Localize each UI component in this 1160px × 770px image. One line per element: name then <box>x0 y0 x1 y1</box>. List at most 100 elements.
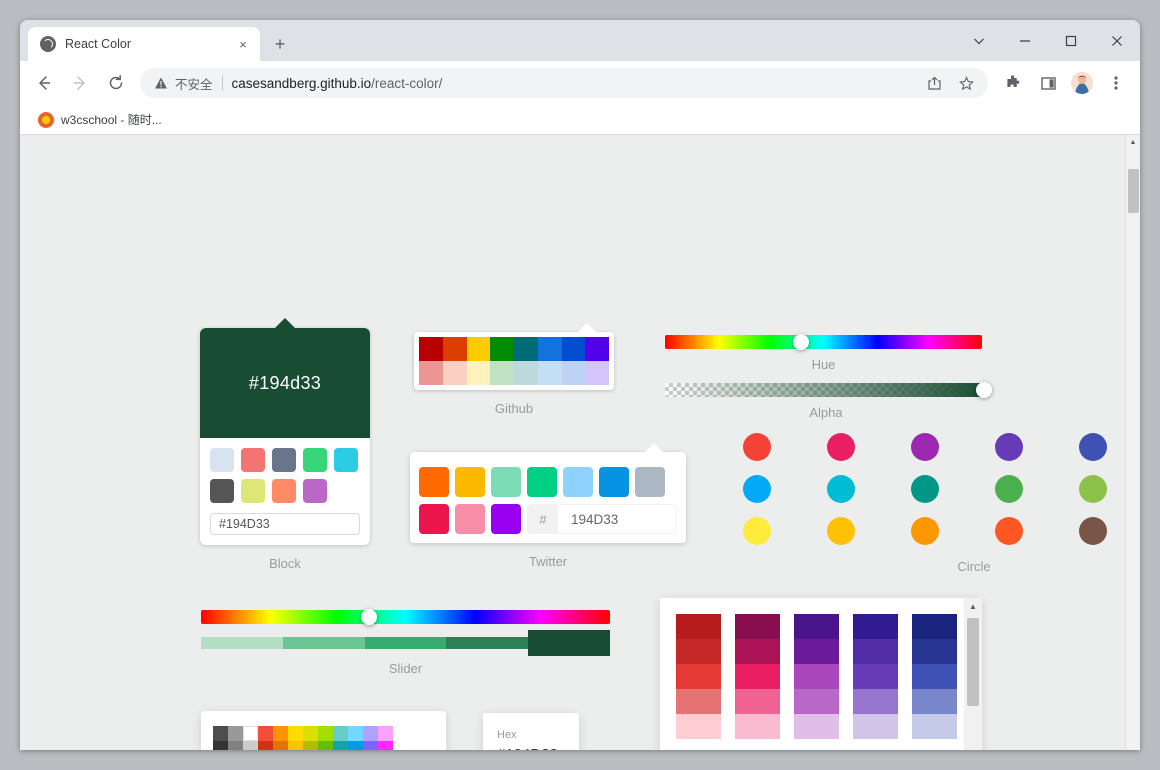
three-dot-menu-icon[interactable] <box>1101 68 1131 98</box>
swatch-item[interactable] <box>794 639 839 664</box>
swatch-item[interactable] <box>853 614 898 639</box>
swatch-item[interactable] <box>676 639 721 664</box>
circle-swatch[interactable] <box>827 433 855 461</box>
twitter-swatch[interactable] <box>563 467 593 497</box>
hue-slider-track[interactable] <box>665 335 982 349</box>
alpha-slider-track[interactable] <box>665 383 987 397</box>
scroll-up-arrow[interactable]: ▲ <box>1126 135 1140 150</box>
swatch-item[interactable] <box>912 664 957 689</box>
swatches-scroll-thumb[interactable] <box>967 618 979 706</box>
circle-swatch[interactable] <box>1079 517 1107 545</box>
swatch-item[interactable] <box>912 714 957 739</box>
swatch-item[interactable] <box>853 664 898 689</box>
compact-swatch[interactable] <box>288 741 303 750</box>
block-swatch[interactable] <box>303 448 327 472</box>
block-swatch[interactable] <box>272 479 296 503</box>
twitter-hex-field[interactable]: # 194D33 <box>527 504 677 534</box>
share-icon[interactable] <box>921 70 947 96</box>
swatch-item[interactable] <box>794 714 839 739</box>
slider-swatch[interactable] <box>528 630 610 656</box>
compact-swatch[interactable] <box>363 726 378 741</box>
block-swatch[interactable] <box>210 448 234 472</box>
swatch-item[interactable] <box>676 664 721 689</box>
compact-swatch[interactable] <box>258 741 273 750</box>
github-swatch[interactable] <box>419 337 443 361</box>
swatch-item[interactable] <box>794 614 839 639</box>
circle-swatch[interactable] <box>911 475 939 503</box>
twitter-swatch[interactable] <box>491 504 521 534</box>
slider-hue-handle[interactable] <box>361 609 377 625</box>
circle-swatch[interactable] <box>995 517 1023 545</box>
compact-swatch[interactable] <box>378 741 393 750</box>
swatch-item[interactable] <box>853 639 898 664</box>
twitter-hex-value[interactable]: 194D33 <box>558 505 676 533</box>
twitter-swatch[interactable] <box>455 504 485 534</box>
maximize-icon[interactable] <box>1048 20 1094 61</box>
compact-swatch[interactable] <box>243 726 258 741</box>
compact-swatch[interactable] <box>318 726 333 741</box>
circle-swatch[interactable] <box>911 517 939 545</box>
github-swatch[interactable] <box>514 361 538 385</box>
compact-swatch[interactable] <box>273 741 288 750</box>
swatch-item[interactable] <box>735 714 780 739</box>
twitter-swatch[interactable] <box>419 467 449 497</box>
forward-arrow-icon[interactable] <box>65 68 95 98</box>
swatch-item[interactable] <box>794 664 839 689</box>
github-swatch[interactable] <box>585 337 609 361</box>
compact-swatch[interactable] <box>243 741 258 750</box>
github-swatch[interactable] <box>562 361 586 385</box>
swatches-scrollbar[interactable]: ▲ ▼ <box>964 598 982 750</box>
swatch-item[interactable] <box>676 689 721 714</box>
tab-close-button[interactable]: × <box>234 35 252 53</box>
compact-swatch[interactable] <box>258 726 273 741</box>
github-swatch[interactable] <box>585 361 609 385</box>
bookmark-w3cschool[interactable]: w3cschool - 随时... <box>30 108 170 131</box>
block-swatch[interactable] <box>210 479 234 503</box>
swatch-item[interactable] <box>853 689 898 714</box>
side-panel-icon[interactable] <box>1033 68 1063 98</box>
compact-swatch[interactable] <box>348 726 363 741</box>
circle-swatch[interactable] <box>1079 433 1107 461</box>
circle-swatch[interactable] <box>743 475 771 503</box>
circle-swatch[interactable] <box>743 517 771 545</box>
github-swatch[interactable] <box>490 361 514 385</box>
circle-swatch[interactable] <box>1079 475 1107 503</box>
compact-swatch[interactable] <box>333 726 348 741</box>
github-swatch[interactable] <box>467 337 491 361</box>
twitter-swatch[interactable] <box>635 467 665 497</box>
github-swatch[interactable] <box>538 337 562 361</box>
compact-swatch[interactable] <box>303 726 318 741</box>
compact-swatch[interactable] <box>228 741 243 750</box>
swatch-item[interactable] <box>676 714 721 739</box>
twitter-swatch[interactable] <box>419 504 449 534</box>
swatch-item[interactable] <box>912 639 957 664</box>
circle-swatch[interactable] <box>995 433 1023 461</box>
compact-swatch[interactable] <box>303 741 318 750</box>
page-scrollbar[interactable]: ▲ <box>1125 135 1140 750</box>
page-scroll-thumb[interactable] <box>1128 169 1139 213</box>
slider-hue-track[interactable] <box>201 610 610 624</box>
compact-swatch[interactable] <box>348 741 363 750</box>
block-swatch[interactable] <box>241 448 265 472</box>
compact-swatch[interactable] <box>213 726 228 741</box>
github-swatch[interactable] <box>538 361 562 385</box>
swatches-scroll-up-arrow[interactable]: ▲ <box>964 598 982 615</box>
github-swatch[interactable] <box>467 361 491 385</box>
material-hex-value[interactable]: #194D33 <box>497 746 565 750</box>
github-swatch[interactable] <box>490 337 514 361</box>
circle-swatch[interactable] <box>995 475 1023 503</box>
star-icon[interactable] <box>953 70 979 96</box>
compact-swatch[interactable] <box>363 741 378 750</box>
swatch-item[interactable] <box>735 639 780 664</box>
block-swatch[interactable] <box>303 479 327 503</box>
profile-avatar[interactable] <box>1071 72 1093 94</box>
github-swatch[interactable] <box>443 361 467 385</box>
compact-swatch[interactable] <box>288 726 303 741</box>
swatch-item[interactable] <box>794 689 839 714</box>
github-swatch[interactable] <box>443 337 467 361</box>
twitter-swatch[interactable] <box>527 467 557 497</box>
github-swatch[interactable] <box>419 361 443 385</box>
swatch-item[interactable] <box>853 714 898 739</box>
circle-swatch[interactable] <box>911 433 939 461</box>
alpha-slider-handle[interactable] <box>976 382 992 398</box>
